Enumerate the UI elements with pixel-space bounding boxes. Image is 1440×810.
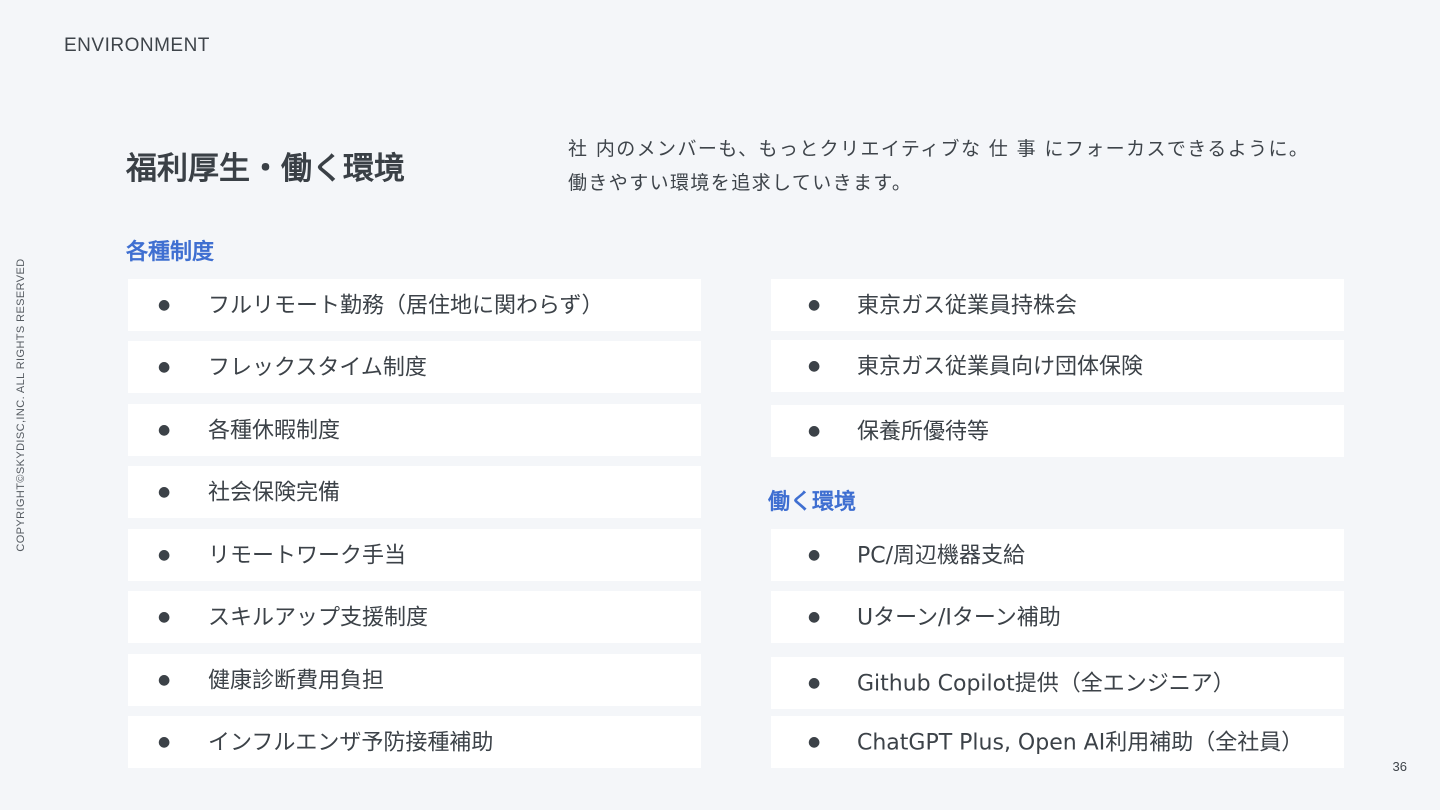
list-item-label: スキルアップ支援制度 bbox=[208, 605, 429, 631]
list-item-label: 東京ガス従業員持株会 bbox=[857, 293, 1078, 319]
bullet-icon: ● bbox=[808, 609, 821, 625]
list-item: ● 東京ガス従業員持株会 bbox=[771, 279, 1344, 331]
list-item: ● スキルアップ支援制度 bbox=[128, 591, 701, 643]
bullet-icon: ● bbox=[158, 297, 171, 313]
list-item-label: Github Copilot提供（全エンジニア） bbox=[857, 671, 1235, 697]
list-item-label: フルリモート勤務（居住地に関わらず） bbox=[208, 293, 604, 319]
list-item-label: インフルエンザ予防接種補助 bbox=[208, 730, 494, 756]
list-item: ● インフルエンザ予防接種補助 bbox=[128, 716, 701, 768]
list-item-label: 健康診断費用負担 bbox=[208, 668, 385, 694]
bullet-icon: ● bbox=[158, 484, 171, 500]
list-item-label: ChatGPT Plus, Open AI利用補助（全社員） bbox=[857, 730, 1304, 756]
section-label: ENVIRONMENT bbox=[64, 35, 210, 56]
list-item: ● Github Copilot提供（全エンジニア） bbox=[771, 657, 1344, 709]
list-item-label: Uターン/Iターン補助 bbox=[857, 605, 1061, 631]
bullet-icon: ● bbox=[808, 297, 821, 313]
bullet-icon: ● bbox=[808, 547, 821, 563]
intro-line-2: 働きやすい環境を追求していきます。 bbox=[568, 172, 913, 194]
bullet-icon: ● bbox=[158, 547, 171, 563]
list-item: ● 東京ガス従業員向け団体保険 bbox=[771, 340, 1344, 392]
bullet-icon: ● bbox=[808, 734, 821, 750]
bullet-icon: ● bbox=[158, 672, 171, 688]
list-item-label: フレックスタイム制度 bbox=[208, 355, 427, 381]
bullet-icon: ● bbox=[808, 358, 821, 374]
bullet-icon: ● bbox=[158, 422, 171, 438]
bullet-icon: ● bbox=[158, 359, 171, 375]
bullet-icon: ● bbox=[808, 423, 821, 439]
list-item: ● 社会保険完備 bbox=[128, 466, 701, 518]
list-item-label: リモートワーク手当 bbox=[208, 543, 407, 569]
list-item-label: 社会保険完備 bbox=[208, 480, 341, 506]
bullet-icon: ● bbox=[158, 734, 171, 750]
list-item: ● リモートワーク手当 bbox=[128, 529, 701, 581]
list-item-label: 保養所優待等 bbox=[857, 419, 990, 445]
list-item: ● Uターン/Iターン補助 bbox=[771, 591, 1344, 643]
bullet-icon: ● bbox=[808, 675, 821, 691]
page-number: 36 bbox=[1392, 759, 1407, 774]
bullet-icon: ● bbox=[158, 609, 171, 625]
list-item: ● フルリモート勤務（居住地に関わらず） bbox=[128, 279, 701, 331]
copyright-notice: COPYRIGHT©SKYDISC,INC. ALL RIGHTS RESERV… bbox=[15, 258, 27, 552]
list-item: ● フレックスタイム制度 bbox=[128, 341, 701, 393]
list-item: ● 健康診断費用負担 bbox=[128, 654, 701, 706]
list-item-label: PC/周辺機器支給 bbox=[857, 543, 1026, 569]
list-item: ● PC/周辺機器支給 bbox=[771, 529, 1344, 581]
intro-line-1: 社 内のメンバーも、もっとクリエイティブな 仕 事 にフォーカスできるように。 bbox=[568, 138, 1310, 160]
heading-environment: 働く環境 bbox=[768, 490, 857, 515]
list-item-label: 各種休暇制度 bbox=[208, 418, 341, 444]
intro-text: 社 内のメンバーも、もっとクリエイティブな 仕 事 にフォーカスできるように。 … bbox=[568, 132, 1368, 200]
page-title: 福利厚生・働く環境 bbox=[126, 151, 405, 187]
heading-systems: 各種制度 bbox=[126, 240, 215, 265]
list-item: ● ChatGPT Plus, Open AI利用補助（全社員） bbox=[771, 716, 1344, 768]
list-item: ● 保養所優待等 bbox=[771, 405, 1344, 457]
list-item: ● 各種休暇制度 bbox=[128, 404, 701, 456]
list-item-label: 東京ガス従業員向け団体保険 bbox=[857, 354, 1144, 380]
